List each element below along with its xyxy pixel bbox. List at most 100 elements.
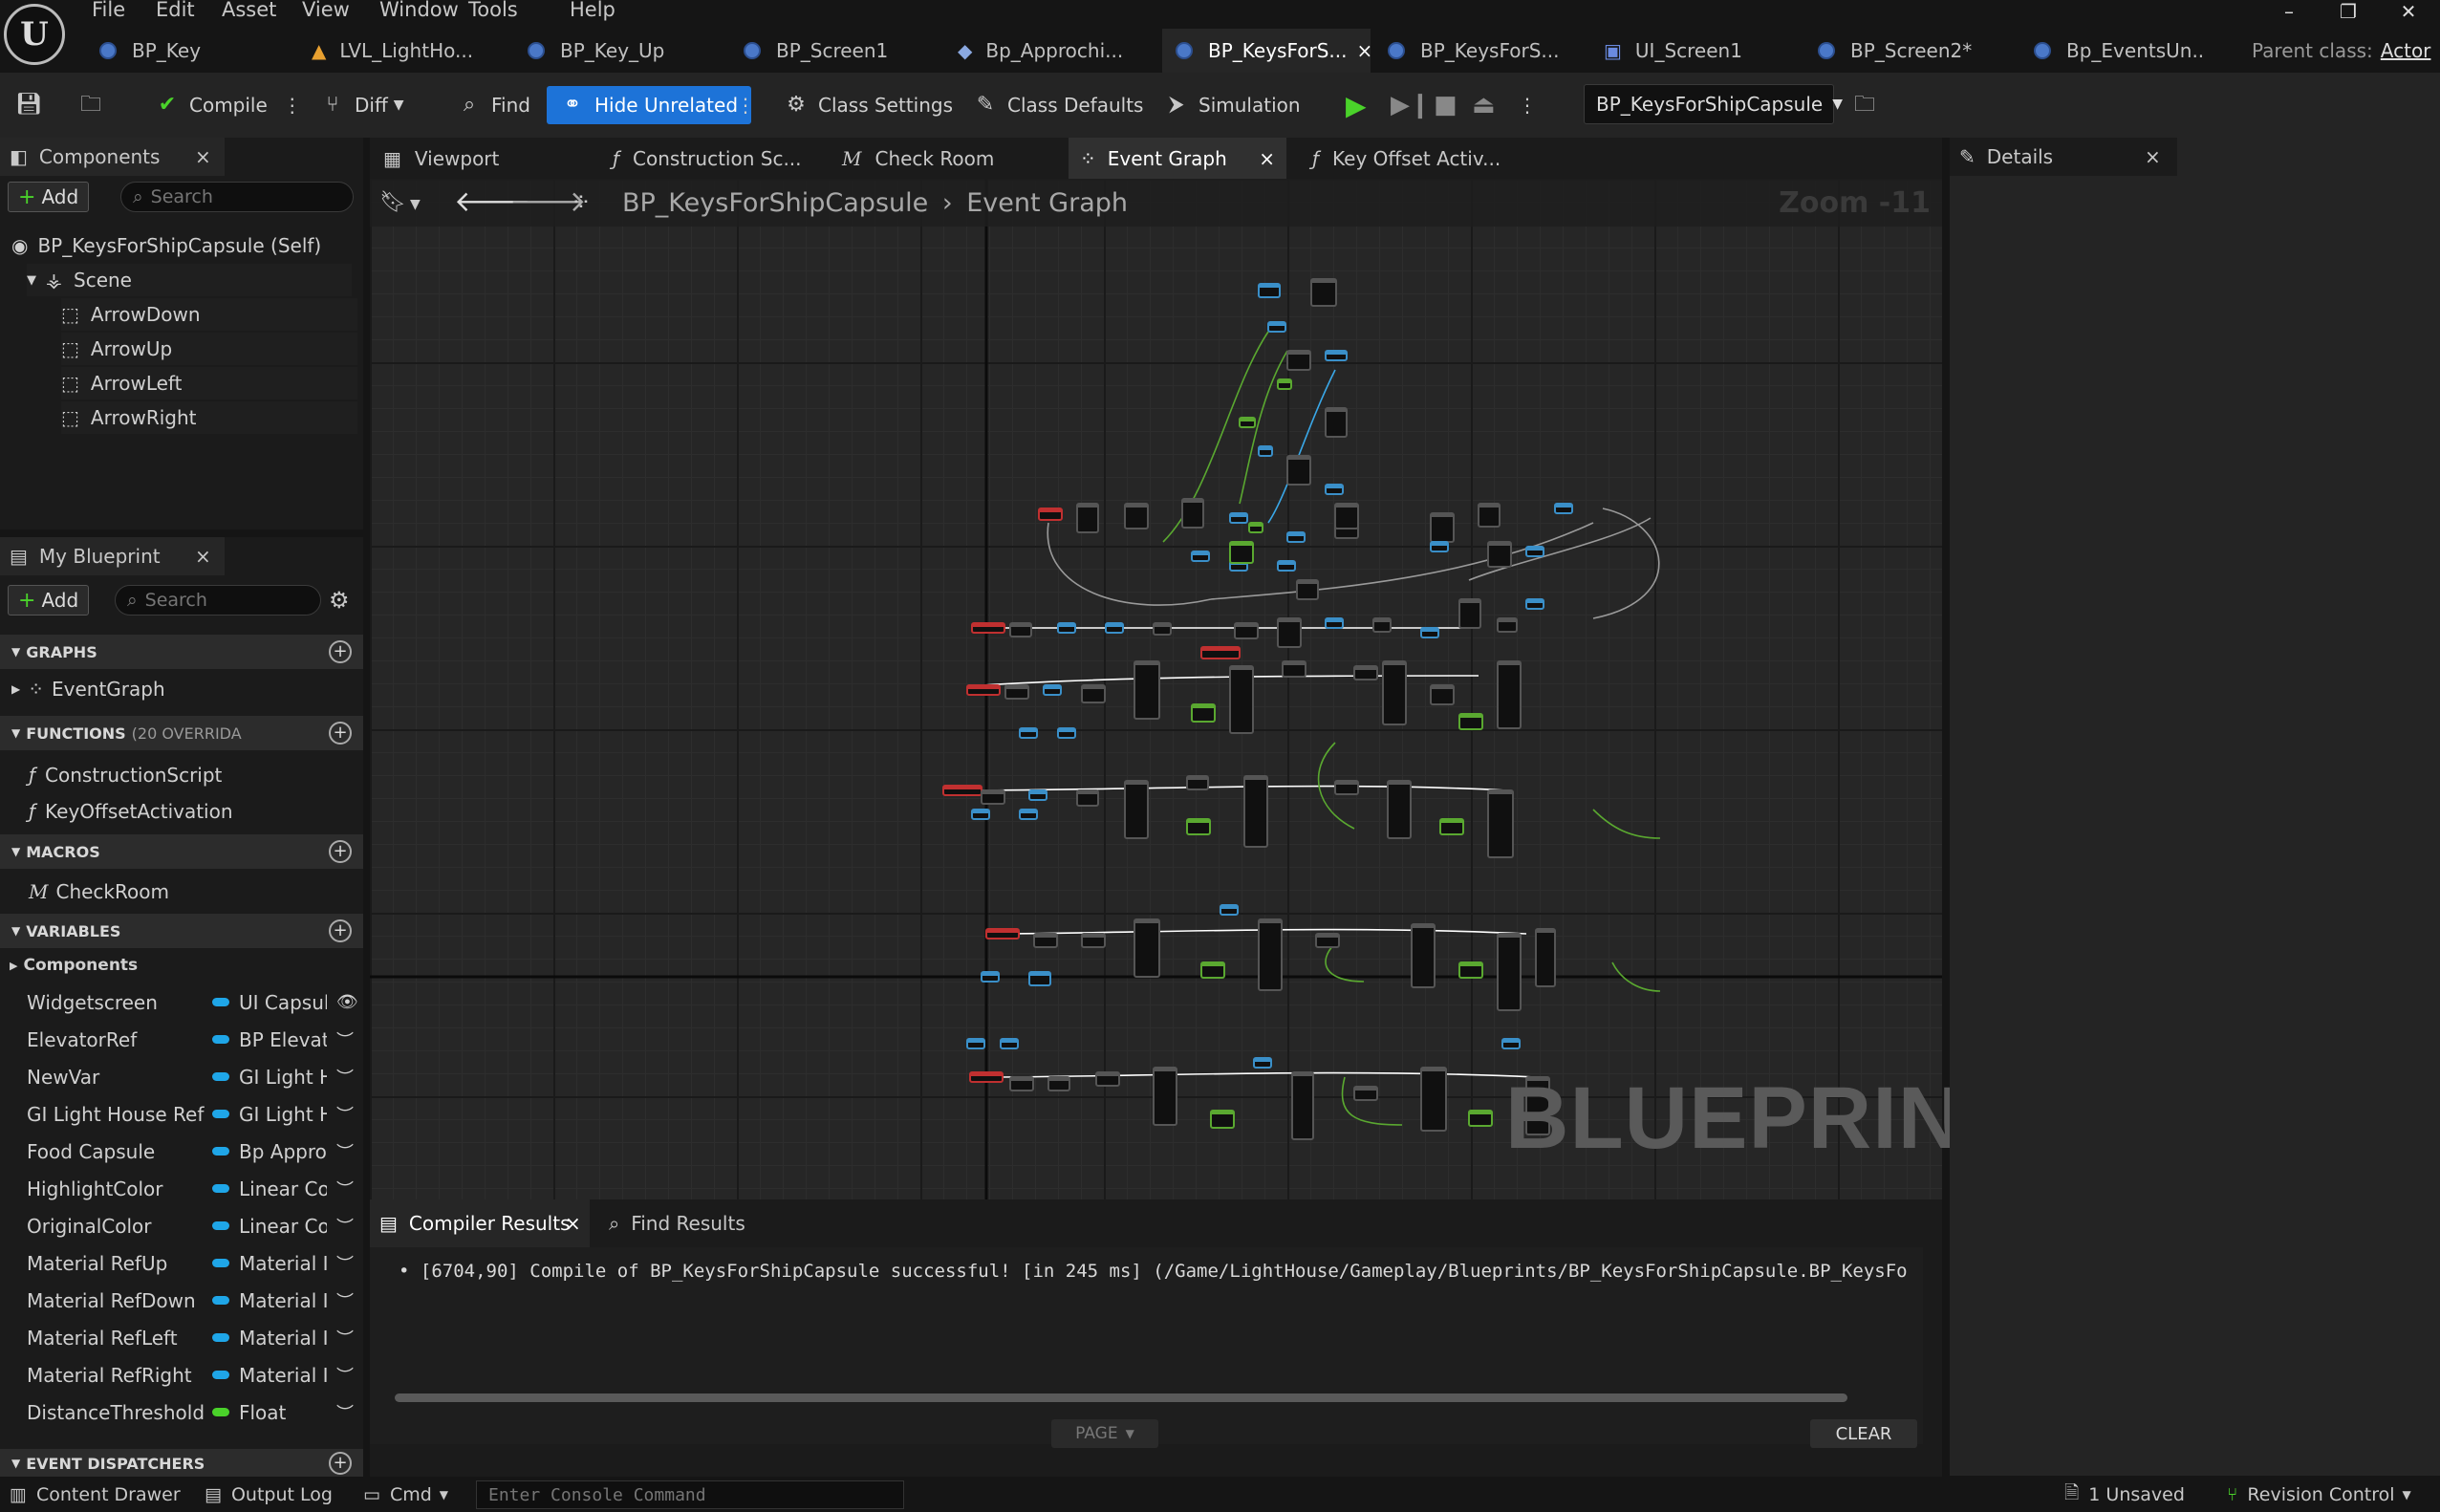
function-constructionscript[interactable]: ƒ ConstructionScript bbox=[29, 759, 222, 791]
component-arrowleft[interactable]: ⬚ ArrowLeft bbox=[61, 367, 357, 400]
breadcrumb-blueprint[interactable]: BP_KeysForShipCapsule bbox=[622, 188, 928, 218]
functions-section[interactable]: ▼ FUNCTIONS (20 OVERRIDA + bbox=[0, 716, 363, 750]
my-blueprint-tab[interactable]: ▤ My Blueprint × bbox=[0, 537, 225, 575]
hide-unrelated-button[interactable]: ⚭ Hide Unrelated bbox=[547, 86, 752, 124]
doc-tab-bp-key[interactable]: BP_Key bbox=[96, 29, 287, 73]
variable-row[interactable]: Material RefUp Material Instance ︶ bbox=[0, 1244, 363, 1282]
doc-tab-bp-screen1[interactable]: BP_Screen1 bbox=[744, 29, 935, 73]
close-icon[interactable]: × bbox=[195, 545, 211, 568]
more-options-button[interactable]: ⋮ bbox=[736, 86, 755, 124]
close-icon[interactable]: × bbox=[1259, 147, 1275, 170]
add-function-icon[interactable]: + bbox=[329, 722, 352, 745]
variable-row[interactable]: NewVar GI Light House ︶ bbox=[0, 1058, 363, 1095]
parent-class-value[interactable]: Actor bbox=[2381, 39, 2431, 62]
doc-tab-bp-keysforshipcapsule-active[interactable]: BP_KeysForS... × bbox=[1162, 29, 1371, 73]
variables-components-group[interactable]: ▶ Components bbox=[10, 949, 138, 982]
more-options-icon[interactable]: ⋮ bbox=[283, 94, 302, 117]
restore-button[interactable]: ❐ bbox=[2324, 0, 2372, 23]
menu-debug[interactable]: Window bbox=[379, 0, 459, 21]
graph-node[interactable] bbox=[1497, 660, 1522, 729]
debug-object-select[interactable]: BP_KeysForShipCapsule ▼ bbox=[1584, 84, 1843, 124]
variable-row[interactable]: Material RefLeft Material Instance ︶ bbox=[0, 1319, 363, 1356]
function-keyoffsetactivation[interactable]: ƒ KeyOffsetActivation bbox=[29, 795, 233, 828]
my-blueprint-search-input[interactable] bbox=[144, 590, 317, 611]
output-log-button[interactable]: ▤ Output Log bbox=[205, 1480, 333, 1509]
close-icon[interactable]: × bbox=[195, 145, 211, 168]
doc-tab-bp-key-up[interactable]: BP_Key_Up bbox=[528, 29, 719, 73]
variable-row[interactable]: Material RefRight Material Instance ︶ bbox=[0, 1356, 363, 1393]
add-variable-icon[interactable]: + bbox=[329, 919, 352, 942]
add-blueprint-item-button[interactable]: + Add bbox=[8, 585, 90, 616]
variable-row[interactable]: DistanceThreshold Float ︶ bbox=[0, 1393, 363, 1431]
menu-edit[interactable]: Edit bbox=[156, 0, 195, 21]
eye-closed-icon[interactable]: ︶ bbox=[336, 1400, 354, 1425]
eye-closed-icon[interactable]: ︶ bbox=[336, 1027, 354, 1052]
component-scene[interactable]: ▼ ⚶ Scene bbox=[27, 264, 352, 296]
class-settings-button[interactable]: ⚙ Class Settings bbox=[784, 86, 953, 124]
eye-icon[interactable]: 👁︎ bbox=[336, 992, 358, 1012]
variable-row[interactable]: Material RefDown Material Instance ︶ bbox=[0, 1282, 363, 1319]
graph-node[interactable] bbox=[1181, 498, 1204, 529]
graph-node[interactable] bbox=[1229, 665, 1254, 734]
variable-row[interactable]: Food Capsule Bp Approching ︶ bbox=[0, 1133, 363, 1170]
graph-node[interactable] bbox=[1325, 407, 1348, 438]
variable-row[interactable]: HighlightColor Linear Color ︶ bbox=[0, 1170, 363, 1207]
variable-type[interactable]: Linear Color bbox=[239, 1215, 327, 1238]
graph-node[interactable] bbox=[1124, 780, 1149, 839]
tab-key-offset-activation[interactable]: ƒ Key Offset Activ... bbox=[1312, 138, 1542, 179]
tab-check-room[interactable]: M Check Room bbox=[842, 138, 1071, 179]
my-blueprint-search[interactable]: ⌕ bbox=[115, 585, 321, 616]
graph-node[interactable] bbox=[1286, 455, 1311, 486]
revision-control-button[interactable]: ⑂ Revision Control ▼ bbox=[2227, 1480, 2411, 1509]
content-drawer-button[interactable]: ▥ Content Drawer bbox=[10, 1480, 181, 1509]
breadcrumb-graph[interactable]: Event Graph bbox=[966, 188, 1128, 218]
graphs-section[interactable]: ▼ GRAPHS + bbox=[0, 635, 363, 669]
menu-asset[interactable]: Asset bbox=[222, 0, 276, 21]
graph-node[interactable] bbox=[1134, 660, 1160, 720]
event-graph-canvas[interactable] bbox=[370, 179, 1942, 1199]
graph-node[interactable] bbox=[1535, 928, 1556, 987]
doc-tab-bp-screen2[interactable]: BP_Screen2* bbox=[1818, 29, 2009, 73]
macros-section[interactable]: ▼ MACROS + bbox=[0, 834, 363, 869]
variable-type[interactable]: Float bbox=[239, 1401, 327, 1424]
graph-node[interactable] bbox=[1291, 1071, 1314, 1140]
components-tab[interactable]: ◧ Components × bbox=[0, 138, 225, 176]
graph-node[interactable] bbox=[1277, 617, 1302, 648]
class-defaults-button[interactable]: ✎ Class Defaults bbox=[973, 86, 1144, 124]
menu-file[interactable]: File bbox=[92, 0, 125, 21]
eye-closed-icon[interactable]: ︶ bbox=[336, 1102, 354, 1127]
graph-node[interactable] bbox=[1382, 660, 1407, 725]
graph-node[interactable] bbox=[1458, 598, 1481, 629]
graph-node[interactable] bbox=[1420, 1067, 1447, 1132]
variable-row[interactable]: Widgetscreen UI Capsule 👁︎ bbox=[0, 983, 363, 1021]
variable-type[interactable]: Linear Color bbox=[239, 1177, 327, 1200]
doc-tab-ui-screen1[interactable]: ▣ UI_Screen1 bbox=[1604, 29, 1795, 73]
gear-icon[interactable]: ⚙ bbox=[329, 587, 350, 614]
eye-closed-icon[interactable]: ︶ bbox=[336, 1363, 354, 1388]
component-arrowright[interactable]: ⬚ ArrowRight bbox=[61, 401, 357, 434]
tab-find-results[interactable]: ⌕ Find Results bbox=[609, 1199, 745, 1247]
menu-window[interactable]: Tools bbox=[468, 0, 518, 21]
add-component-button[interactable]: + Add bbox=[8, 182, 90, 212]
graph-node[interactable] bbox=[1258, 918, 1283, 991]
variable-type[interactable]: UI Capsule bbox=[239, 991, 327, 1014]
eye-closed-icon[interactable]: ︶ bbox=[336, 1288, 354, 1313]
close-icon[interactable]: × bbox=[565, 1212, 581, 1235]
tab-construction-script[interactable]: ƒ Construction Sc... bbox=[613, 138, 842, 179]
add-dispatcher-icon[interactable]: + bbox=[329, 1452, 352, 1475]
graph-node[interactable] bbox=[1430, 512, 1455, 543]
graph-node[interactable] bbox=[1497, 933, 1522, 1011]
graph-node[interactable] bbox=[1487, 789, 1514, 858]
eye-closed-icon[interactable]: ︶ bbox=[336, 1139, 354, 1164]
variable-type[interactable]: Material Instance bbox=[239, 1327, 327, 1350]
bookmark-icon[interactable]: 🔖︎ ▼ bbox=[379, 190, 421, 214]
horizontal-scrollbar[interactable] bbox=[395, 1393, 1847, 1402]
component-arrowdown[interactable]: ⬚ ArrowDown bbox=[61, 298, 357, 331]
page-button[interactable]: PAGE ▼ bbox=[1051, 1419, 1158, 1448]
component-arrowup[interactable]: ⬚ ArrowUp bbox=[61, 333, 357, 365]
graph-node[interactable] bbox=[1387, 780, 1412, 839]
variable-row[interactable]: ElevatorRef BP Elevator ︶ bbox=[0, 1021, 363, 1058]
graph-node[interactable] bbox=[1153, 1067, 1177, 1126]
step-button[interactable]: ▶❙ bbox=[1391, 86, 1431, 124]
doc-tab-bp-approching[interactable]: ◆ Bp_Approchi... bbox=[958, 29, 1149, 73]
